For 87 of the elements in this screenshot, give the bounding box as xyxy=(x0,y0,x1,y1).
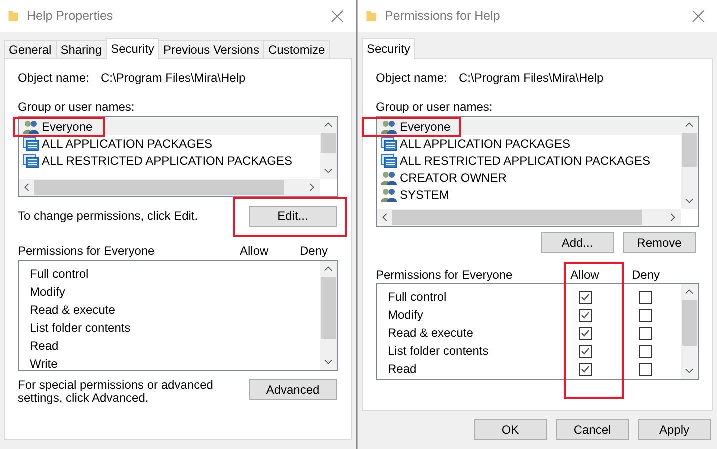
advanced-button[interactable]: Advanced xyxy=(249,379,337,400)
vertical-scrollbar[interactable] xyxy=(320,261,337,370)
users-icon xyxy=(381,120,397,134)
permission-name: Full control xyxy=(388,290,448,304)
permission-name: Read xyxy=(30,339,59,353)
scroll-up-icon[interactable] xyxy=(685,289,694,295)
permission-name: Read xyxy=(388,362,418,376)
allow-checkbox[interactable] xyxy=(578,290,592,304)
user-item[interactable]: ALL APPLICATION PACKAGES xyxy=(377,135,681,152)
permission-name: List folder contents xyxy=(30,321,131,335)
close-icon[interactable] xyxy=(692,10,705,22)
permission-name: Read & execute xyxy=(30,303,116,317)
scroll-up-icon[interactable] xyxy=(324,266,333,272)
permission-name: Write xyxy=(30,357,58,370)
tab[interactable]: General xyxy=(4,40,57,58)
window-title: Permissions for Help xyxy=(385,9,502,23)
allow-header: Allow xyxy=(240,244,270,258)
user-item[interactable]: ALL RESTRICTED APPLICATION PACKAGES xyxy=(377,152,681,169)
tab[interactable]: Customize xyxy=(263,40,330,58)
scroll-left-icon[interactable] xyxy=(382,213,388,222)
deny-checkbox[interactable] xyxy=(638,290,652,304)
user-item[interactable]: Everyone xyxy=(19,118,320,135)
horizontal-scrollbar[interactable] xyxy=(377,209,681,226)
scroll-down-icon[interactable] xyxy=(685,198,694,204)
package-icon xyxy=(381,154,397,168)
object-path: C:\Program Files\Mira\Help xyxy=(101,71,246,85)
user-item[interactable]: ALL RESTRICTED APPLICATION PACKAGES xyxy=(19,152,320,169)
deny-checkbox[interactable] xyxy=(638,344,652,358)
change-hint: To change permissions, click Edit. xyxy=(18,209,198,223)
horizontal-scrollbar[interactable] xyxy=(19,179,320,196)
add-button[interactable]: Add... xyxy=(541,232,614,253)
deny-header: Deny xyxy=(630,268,661,282)
user-item[interactable]: SYSTEM xyxy=(377,186,681,203)
user-item[interactable]: Everyone xyxy=(377,118,681,135)
group-label: Group or user names: xyxy=(18,100,135,114)
deny-header: Deny xyxy=(300,244,330,258)
tab[interactable]: Sharing xyxy=(56,40,108,58)
allow-checkbox[interactable] xyxy=(578,308,592,322)
tab[interactable]: Security xyxy=(106,38,160,59)
user-item[interactable]: CREATOR OWNER xyxy=(377,169,681,186)
scroll-up-icon[interactable] xyxy=(685,122,694,128)
scroll-left-icon[interactable] xyxy=(24,183,30,192)
permission-name: Modify xyxy=(388,308,424,322)
users-icon xyxy=(381,170,397,184)
scroll-down-icon[interactable] xyxy=(685,368,694,374)
scroll-right-icon[interactable] xyxy=(309,183,315,192)
package-icon xyxy=(23,136,39,150)
permissions-label: Permissions for Everyone xyxy=(18,244,156,258)
tab[interactable]: Security xyxy=(362,38,416,59)
package-icon xyxy=(381,136,397,150)
scroll-down-icon[interactable] xyxy=(324,359,333,365)
close-icon[interactable] xyxy=(331,10,344,22)
allow-checkbox[interactable] xyxy=(578,362,592,376)
scroll-right-icon[interactable] xyxy=(670,213,676,222)
user-item[interactable]: ALL APPLICATION PACKAGES xyxy=(19,135,320,152)
dialog-button[interactable]: Apply xyxy=(638,419,711,440)
edit-button[interactable]: Edit... xyxy=(249,206,337,226)
users-icon xyxy=(381,188,397,202)
deny-checkbox[interactable] xyxy=(638,326,652,340)
allow-header: Allow xyxy=(570,268,600,282)
scroll-up-icon[interactable] xyxy=(324,122,333,128)
deny-checkbox[interactable] xyxy=(638,362,652,376)
permission-name: Full control xyxy=(30,267,89,281)
permission-name: Read & execute xyxy=(388,326,474,340)
dialog-button[interactable]: Cancel xyxy=(556,419,629,440)
dialog-button[interactable]: OK xyxy=(474,419,547,440)
vertical-scrollbar[interactable] xyxy=(681,117,698,209)
group-label: Group or user names: xyxy=(376,100,493,114)
remove-button[interactable]: Remove xyxy=(623,232,696,253)
users-icon xyxy=(23,120,39,134)
permission-name: Modify xyxy=(30,285,66,299)
window-title: Help Properties xyxy=(27,9,114,23)
permissions-label: Permissions for Everyone xyxy=(376,268,514,282)
permission-name: List folder contents xyxy=(388,344,490,358)
package-icon xyxy=(23,154,39,168)
advanced-hint: For special permissions or advanced settings, click Advanced. xyxy=(18,379,214,405)
object-name-label: Object name: xyxy=(18,71,90,85)
allow-checkbox[interactable] xyxy=(578,326,592,340)
folder-icon xyxy=(366,9,377,23)
allow-checkbox[interactable] xyxy=(578,344,592,358)
object-name-label: Object name: xyxy=(376,71,448,85)
object-path: C:\Program Files\Mira\Help xyxy=(459,71,604,85)
scroll-down-icon[interactable] xyxy=(324,168,333,174)
vertical-scrollbar[interactable] xyxy=(320,117,337,179)
folder-icon xyxy=(8,9,19,23)
vertical-scrollbar[interactable] xyxy=(681,284,698,379)
deny-checkbox[interactable] xyxy=(638,308,652,322)
